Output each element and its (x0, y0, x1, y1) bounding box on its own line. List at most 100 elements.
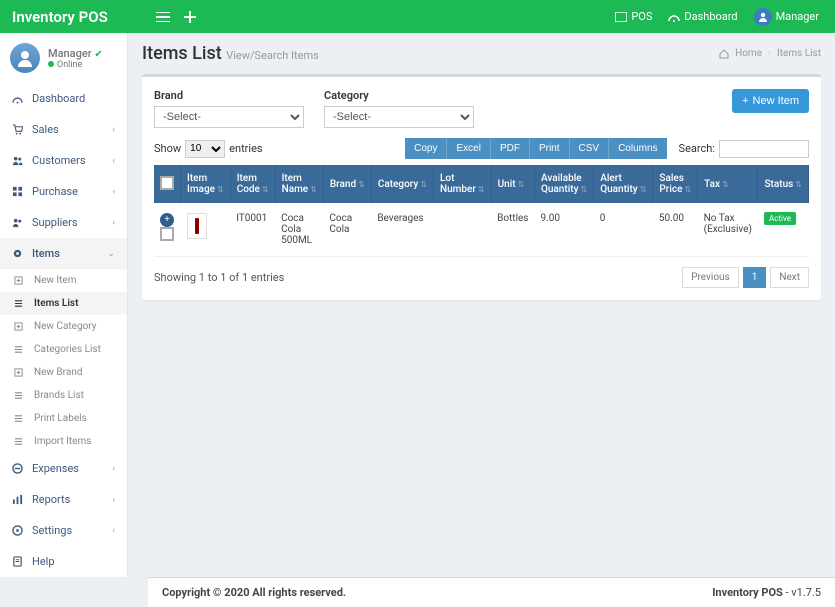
sidebar-item-label: Items (32, 247, 60, 260)
sidebar-item-settings[interactable]: Settings‹ (0, 515, 127, 546)
list-icon (14, 414, 26, 423)
sort-icon: ⇅ (262, 185, 269, 194)
footer-version: - v1.7.5 (783, 586, 821, 599)
purchase-icon (12, 186, 24, 197)
nav-dashboard[interactable]: Dashboard (662, 0, 743, 33)
sort-icon: ⇅ (217, 185, 224, 194)
column-header[interactable]: Status⇅ (758, 165, 809, 203)
avatar-icon (754, 8, 772, 26)
sidebar-item-customers[interactable]: Customers ‹ (0, 145, 127, 176)
sidebar-subitem-label: Categories List (34, 344, 101, 355)
column-header[interactable]: Category⇅ (371, 165, 433, 203)
sidebar-subitem-import-items[interactable]: Import Items (0, 430, 127, 453)
column-header[interactable] (154, 165, 181, 203)
chevron-left-icon: ‹ (112, 218, 115, 228)
column-header[interactable]: Available Quantity⇅ (534, 165, 593, 203)
select-all-checkbox[interactable] (160, 176, 174, 190)
brand-filter-select[interactable]: -Select- (154, 106, 304, 128)
export-excel-button[interactable]: Excel (447, 138, 490, 159)
category-filter-label: Category (324, 89, 474, 102)
category-filter-select[interactable]: -Select- (324, 106, 474, 128)
plus-box-icon (14, 322, 26, 331)
cell-lot (434, 203, 492, 257)
sidebar-subitem-label: Import Items (34, 436, 91, 447)
expand-row-button[interactable]: + (160, 213, 174, 227)
status-badge: Active (764, 212, 796, 225)
page-title: Items List View/Search Items (142, 43, 319, 64)
row-checkbox[interactable] (160, 227, 174, 241)
plus-box-icon (14, 276, 26, 285)
sidebar-subitem-new-category[interactable]: New Category (0, 315, 127, 338)
cell-avail: 9.00 (534, 203, 593, 257)
page-title-text: Items List (142, 43, 222, 64)
sidebar-item-expenses[interactable]: Expenses‹ (0, 453, 127, 484)
sidebar-subitem-print-labels[interactable]: Print Labels (0, 407, 127, 430)
gear-icon (12, 525, 24, 536)
export-copy-button[interactable]: Copy (405, 138, 447, 159)
column-header[interactable]: Alert Quantity⇅ (594, 165, 653, 203)
sidebar-item-suppliers[interactable]: Suppliers‹ (0, 207, 127, 238)
column-header[interactable]: Item Code⇅ (230, 165, 275, 203)
pagination-page-1[interactable]: 1 (743, 267, 767, 288)
search-input[interactable] (719, 140, 809, 158)
item-image[interactable] (187, 213, 207, 239)
export-print-button[interactable]: Print (530, 138, 570, 159)
brand-logo[interactable]: Inventory POS (0, 8, 148, 26)
column-header[interactable]: Tax⇅ (698, 165, 758, 203)
sidebar-subitem-new-brand[interactable]: New Brand (0, 361, 127, 384)
page-length-select[interactable]: 10 (185, 140, 225, 158)
new-item-button[interactable]: + New Item (732, 89, 809, 113)
column-header[interactable]: Lot Number⇅ (434, 165, 492, 203)
chevron-left-icon: ‹ (112, 156, 115, 166)
plus-box-icon (14, 368, 26, 377)
content-box: Brand -Select- Category -Select- + New I… (142, 74, 821, 300)
breadcrumb-home[interactable]: Home (735, 48, 762, 59)
column-header[interactable]: Unit⇅ (491, 165, 534, 203)
sidebar-subitem-label: Brands List (34, 390, 84, 401)
column-label: Item Name (282, 173, 309, 195)
search-label: Search: (679, 142, 715, 155)
nav-pos[interactable]: POS (609, 0, 658, 33)
column-header[interactable]: Sales Price⇅ (653, 165, 698, 203)
sidebar-item-label: Reports (32, 493, 70, 506)
table-row: + IT0001 Coca Cola 500ML Coca Cola Bever… (154, 203, 808, 257)
plus-icon[interactable] (184, 11, 196, 23)
sidebar-item-purchase[interactable]: Purchase‹ (0, 176, 127, 207)
cell-category: Beverages (371, 203, 433, 257)
export-pdf-button[interactable]: PDF (491, 138, 530, 159)
column-header[interactable]: Item Name⇅ (275, 165, 323, 203)
pagination-next[interactable]: Next (770, 267, 809, 288)
bottle-icon (195, 218, 199, 234)
sidebar-item-sales[interactable]: Sales‹ (0, 114, 127, 145)
sidebar-subitem-label: New Brand (34, 367, 82, 378)
sidebar-item-label: Expenses (32, 462, 79, 475)
nav-user[interactable]: Manager (748, 0, 825, 33)
export-csv-button[interactable]: CSV (570, 138, 610, 159)
sort-icon: ⇅ (722, 180, 729, 189)
column-header[interactable]: Item Image⇅ (181, 165, 231, 203)
sidebar-item-label: Help (32, 555, 55, 568)
sidebar-item-help[interactable]: Help (0, 546, 127, 577)
sidebar-subitem-brands-list[interactable]: Brands List (0, 384, 127, 407)
sidebar-subitem-categories-list[interactable]: Categories List (0, 338, 127, 361)
column-label: Item Code (237, 173, 260, 195)
sort-icon: ⇅ (640, 185, 647, 194)
pos-icon (615, 12, 627, 22)
sidebar-subitem-new-item[interactable]: New Item (0, 269, 127, 292)
list-icon (14, 391, 26, 400)
cell-code: IT0001 (230, 203, 275, 257)
column-header[interactable]: Brand⇅ (323, 165, 371, 203)
menu-toggle-icon[interactable] (156, 12, 170, 22)
user-avatar-icon (10, 43, 40, 73)
export-columns-button[interactable]: Columns (609, 138, 666, 159)
sidebar-item-items[interactable]: Items⌄ (0, 238, 127, 269)
sidebar-item-reports[interactable]: Reports‹ (0, 484, 127, 515)
book-icon (12, 556, 24, 567)
show-label: Show (154, 142, 181, 155)
sidebar-subitem-items-list[interactable]: Items List (0, 292, 127, 315)
sort-icon: ⇅ (795, 180, 802, 189)
sidebar-item-label: Customers (32, 154, 86, 167)
sidebar-item-dashboard[interactable]: Dashboard (0, 83, 127, 114)
pagination-prev[interactable]: Previous (682, 267, 739, 288)
column-label: Tax (704, 179, 720, 190)
